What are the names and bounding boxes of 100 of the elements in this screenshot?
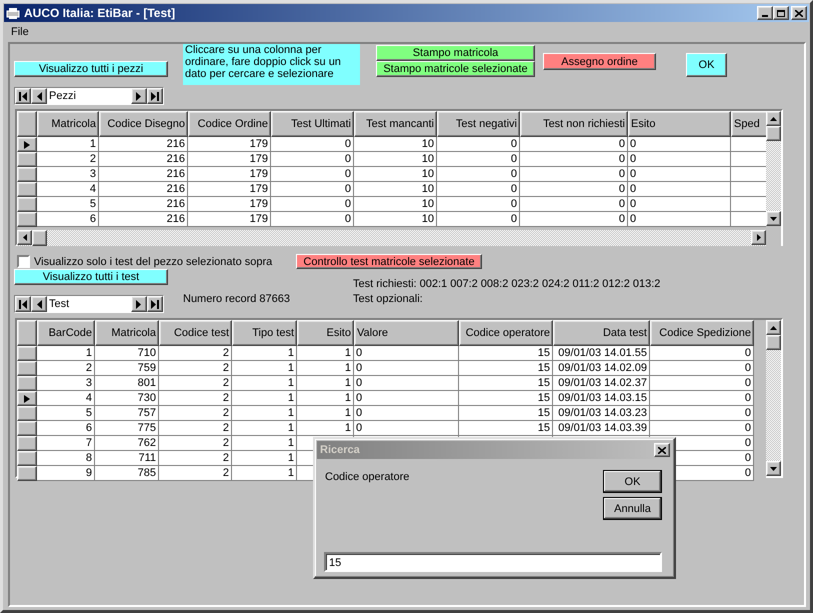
column-header[interactable]: Sped [731,111,766,137]
vertical-scrollbar[interactable] [766,320,781,476]
table-cell: 1 [297,421,354,436]
row-selector[interactable] [17,391,37,406]
row-selector[interactable] [17,346,37,361]
input-field[interactable]: 15 [324,552,662,572]
table-cell: 785 [95,466,159,481]
checkbox[interactable] [17,255,30,268]
left-arrow-icon[interactable] [22,234,26,241]
column-header[interactable]: Tipo test [232,320,297,346]
row-selector[interactable] [17,152,37,167]
right-arrow-icon[interactable] [756,234,760,241]
column-header[interactable]: Matricola [95,320,159,346]
column-header[interactable]: Test mancanti [354,111,437,137]
print-button[interactable]: Stampo matricole selezionate [376,61,535,77]
ok-button[interactable]: OK [686,53,727,77]
table-cell: 09/01/03 14.02.09 [553,361,650,376]
row-selector[interactable] [17,361,37,376]
maximize-icon[interactable] [777,10,785,16]
row-selector[interactable] [17,406,37,421]
table-cell: 1 [232,466,297,481]
row-selector[interactable] [17,167,37,182]
minimize-button[interactable] [757,6,773,20]
table-cell: 179 [188,137,271,152]
table-cell: 0 [520,182,628,197]
check-tests-button[interactable]: Controllo test matricole selezionate [296,254,482,269]
row-selector[interactable] [17,376,37,391]
print-button[interactable]: Stampo matricola [376,45,535,61]
close-icon[interactable] [795,10,803,16]
column-header[interactable]: Codice test [159,320,232,346]
close-button[interactable] [791,6,807,20]
row-selector[interactable] [17,436,37,451]
table-cell: 216 [99,137,188,152]
table-cell: 1 [37,346,95,361]
table-cell: 757 [95,406,159,421]
assign-order-button[interactable]: Assegno ordine [543,53,656,70]
table-cell: 0 [628,212,731,227]
row-selector[interactable] [17,182,37,197]
table-cell: 15 [459,406,553,421]
table-cell: 1 [232,376,297,391]
close-button[interactable] [654,443,670,457]
row-selector[interactable] [17,451,37,466]
table-cell: 0 [271,137,354,152]
table-cell: 216 [99,212,188,227]
table-cell: 216 [99,167,188,182]
column-header[interactable]: Codice Disegno [99,111,188,137]
table-cell: 6 [37,212,99,227]
table-cell: 10 [354,182,437,197]
row-selector[interactable] [17,212,37,227]
up-arrow-icon[interactable] [770,116,777,120]
maximize-button[interactable] [773,6,789,20]
table-cell: 09/01/03 14.02.37 [553,376,650,391]
up-arrow-icon[interactable] [770,326,777,330]
optional-tests-text: Test opzionali: [353,292,424,307]
column-header[interactable]: Codice Spedizione [650,320,754,346]
show-all-pieces-button[interactable]: Visualizzo tutti i pezzi [14,61,168,77]
menu-item[interactable]: File [9,26,31,38]
close-icon [658,446,666,454]
table-cell: 4 [37,391,95,406]
table-cell: 0 [354,406,459,421]
horizontal-scrollbar[interactable] [17,230,781,246]
column-header[interactable]: Valore [354,320,459,346]
dialog-title: Ricerca [320,444,361,456]
row-selector[interactable] [17,197,37,212]
column-header[interactable]: Codice operatore [459,320,553,346]
column-header[interactable]: Test negativi [437,111,520,137]
column-header[interactable]: Esito [628,111,731,137]
show-all-tests-button[interactable]: Visualizzo tutti i test [14,269,168,285]
down-arrow-icon[interactable] [770,216,777,220]
vertical-scrollbar[interactable] [766,111,781,226]
table-cell: 216 [99,197,188,212]
row-selector[interactable] [17,466,37,481]
column-header[interactable]: Codice Ordine [188,111,271,137]
table-cell: 10 [354,137,437,152]
table-cell: 15 [459,376,553,391]
table-cell: 1 [297,391,354,406]
table-cell: 2 [159,436,232,451]
table-cell: 179 [188,212,271,227]
row-selector[interactable] [17,421,37,436]
ok-button[interactable]: OK [603,470,662,493]
table-cell: 0 [520,167,628,182]
table-cell: 0 [650,361,754,376]
column-header[interactable]: Esito [297,320,354,346]
scrollbar-thumb[interactable] [766,126,781,141]
row-selector[interactable] [17,137,37,152]
column-header[interactable]: Test Ultimati [271,111,354,137]
table-cell: 10 [354,152,437,167]
prompt-label: Codice operatore [325,471,410,485]
column-header[interactable]: BarCode [37,320,95,346]
down-arrow-icon[interactable] [770,466,777,470]
column-header[interactable]: Data test [553,320,650,346]
table-cell: 2 [37,361,95,376]
printer-icon [6,6,20,20]
table-cell: 0 [437,167,520,182]
column-header[interactable]: Test non richiesti [520,111,628,137]
table-cell: 2 [159,376,232,391]
scrollbar-thumb[interactable] [766,335,781,350]
scrollbar-thumb[interactable] [32,230,47,246]
column-header[interactable]: Matricola [37,111,99,137]
cancel-button[interactable]: Annulla [603,497,662,520]
